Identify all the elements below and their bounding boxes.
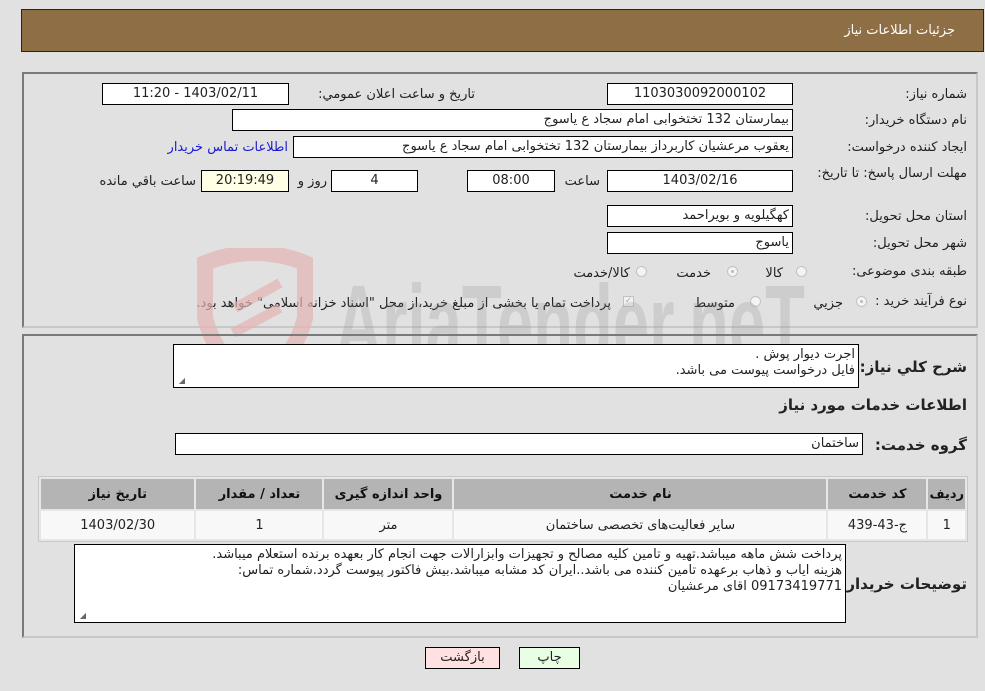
province-field: کهگیلویه و بویراحمد [607, 205, 793, 227]
need-number-label: شماره نیاز: [905, 87, 967, 102]
cell-service-name: سایر فعالیت‌های تخصصی ساختمان [454, 511, 827, 539]
description-textarea[interactable]: اجرت دیوار پوش . فایل درخواست پیوست می ب… [173, 344, 859, 388]
table-header-row: رديف کد خدمت نام خدمت واحد اندازه گيری ت… [41, 479, 965, 509]
table-row: 1 ج-43-439 سایر فعالیت‌های تخصصی ساختمان… [41, 511, 965, 539]
buyer-org-field: بیمارستان 132 تختخوابی امام سجاد ع یاسوج [232, 109, 793, 131]
description-line-1: اجرت دیوار پوش . [755, 347, 855, 362]
cell-quantity: 1 [196, 511, 323, 539]
category-label: طبقه بندی موضوعی: [851, 264, 967, 279]
col-service-code: کد خدمت [828, 479, 927, 509]
service-group-field: ساختمان [175, 433, 863, 455]
days-remaining-field: 4 [331, 170, 418, 192]
description-label: شرح کلي نياز: [859, 358, 967, 376]
category-option-goods-service: کالا/خدمت [573, 266, 630, 281]
city-field: یاسوج [607, 232, 793, 254]
remaining-time-label: ساعت باقي مانده [99, 174, 196, 189]
cell-unit: متر [324, 511, 453, 539]
remaining-time-field: 20:19:49 [201, 170, 289, 192]
category-radio-service[interactable] [727, 266, 738, 277]
treasury-checkbox-label: پرداخت تمام یا بخشی از مبلغ خرید،از محل … [196, 296, 611, 311]
page-header: جزئيات اطلاعات نیاز [21, 9, 984, 52]
services-section-title: اطلاعات خدمات مورد نياز [779, 396, 967, 414]
deadline-time-label: ساعت [564, 174, 600, 189]
category-option-service: خدمت [676, 266, 711, 281]
category-radio-goods-service[interactable] [636, 266, 647, 277]
print-button[interactable]: چاپ [519, 647, 580, 669]
days-label: روز و [297, 174, 327, 189]
col-need-date: تاريخ نياز [41, 479, 195, 509]
province-label: استان محل تحویل: [865, 209, 967, 224]
requester-field: یعقوب مرعشیان کاربرداز بیمارستان 132 تخت… [293, 136, 793, 158]
col-service-name: نام خدمت [454, 479, 827, 509]
announce-datetime-field: 1403/02/11 - 11:20 [102, 83, 289, 105]
buyer-notes-line-2: هزینه ایاب و ذهاب برعهده تامین کننده می … [237, 563, 842, 578]
category-option-goods: کالا [765, 266, 783, 281]
page-title: جزئيات اطلاعات نیاز [844, 23, 955, 38]
service-group-label: گروه خدمت: [874, 436, 967, 454]
category-radio-goods[interactable] [796, 266, 807, 277]
purchase-type-label: نوع فرآیند خرید : [875, 294, 967, 309]
description-line-2: فایل درخواست پیوست می باشد. [675, 363, 855, 378]
purchase-option-medium: متوسط [694, 296, 735, 311]
purchase-radio-medium[interactable] [750, 296, 761, 307]
need-number-field: 1103030092000102 [607, 83, 793, 105]
cell-need-date: 1403/02/30 [41, 511, 195, 539]
requester-label: ایجاد کننده درخواست: [847, 140, 967, 155]
col-quantity: تعداد / مقدار [196, 479, 323, 509]
buyer-notes-label: توضيحات خريدار: [840, 575, 967, 593]
cell-row-number: 1 [928, 511, 965, 539]
resize-grip-icon[interactable]: ◢ [78, 612, 86, 620]
treasury-checkbox[interactable]: ✓ [623, 296, 634, 307]
back-button[interactable]: بازگشت [425, 647, 500, 669]
deadline-time-field: 08:00 [467, 170, 555, 192]
col-unit: واحد اندازه گيری [324, 479, 453, 509]
buyer-org-label: نام دستگاه خریدار: [864, 113, 967, 128]
deadline-label: مهلت ارسال پاسخ: تا تاریخ: [817, 166, 967, 181]
purchase-option-minor: جزيي [813, 296, 843, 311]
resize-grip-icon[interactable]: ◢ [177, 377, 185, 385]
announce-datetime-label: تاريخ و ساعت اعلان عمومي: [318, 87, 475, 102]
buyer-notes-line-1: پرداخت شش ماهه میباشد.تهیه و تامین کلیه … [212, 547, 842, 562]
purchase-radio-minor[interactable] [856, 296, 867, 307]
services-table: رديف کد خدمت نام خدمت واحد اندازه گيری ت… [38, 476, 968, 542]
buyer-notes-line-3: 09173419771 اقای مرعشیان [667, 579, 842, 594]
col-row-number: رديف [928, 479, 965, 509]
cell-service-code: ج-43-439 [828, 511, 927, 539]
buyer-contact-link[interactable]: اطلاعات تماس خریدار [168, 140, 288, 155]
deadline-date-field: 1403/02/16 [607, 170, 793, 192]
buyer-notes-textarea[interactable]: پرداخت شش ماهه میباشد.تهیه و تامین کلیه … [74, 544, 846, 623]
city-label: شهر محل تحویل: [872, 236, 967, 251]
